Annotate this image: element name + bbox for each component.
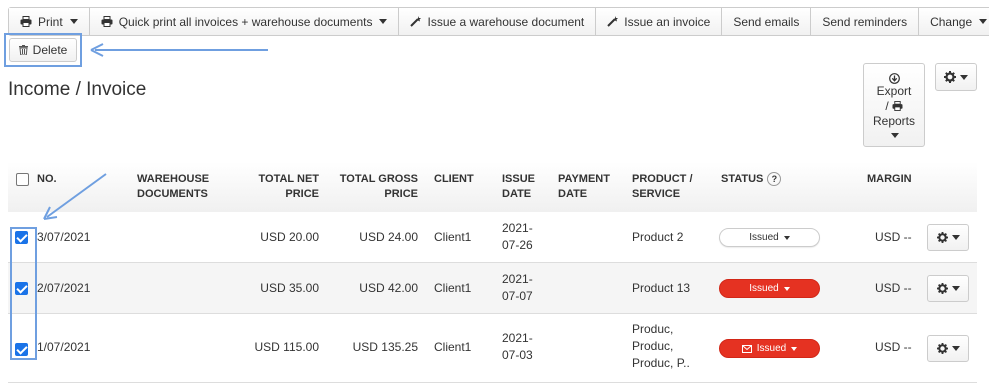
arrow-to-delete-icon <box>90 43 268 57</box>
annotation-arrows <box>43 43 268 220</box>
arrow-to-checkbox-icon <box>43 173 107 220</box>
